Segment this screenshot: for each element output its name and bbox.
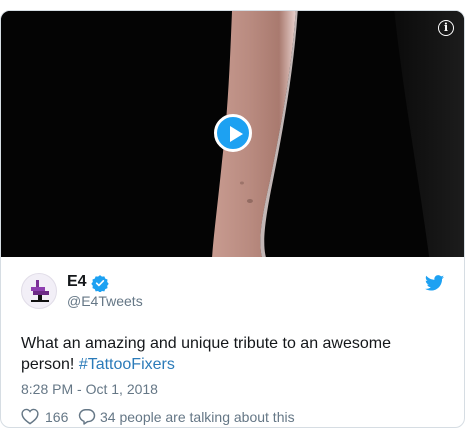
tweet-timestamp[interactable]: 8:28 PM - Oct 1, 2018 — [21, 381, 158, 397]
embedded-tweet-card[interactable]: i E4 @E4Tweets What an amazing and uniqu… — [0, 10, 465, 428]
tweet-text: What an amazing and unique tribute to an… — [21, 333, 441, 375]
play-icon — [230, 126, 243, 142]
twitter-bird-icon[interactable] — [425, 275, 444, 291]
author-display-name[interactable]: E4 — [67, 273, 87, 291]
e4-logo-icon — [31, 280, 49, 302]
conversation-link[interactable]: 34 people are talking about this — [100, 409, 295, 425]
reply-bubble-icon[interactable] — [78, 408, 96, 425]
tweet-text-body: What an amazing and unique tribute to an… — [21, 335, 392, 373]
verified-badge-icon — [91, 275, 109, 292]
hashtag-link[interactable]: #TattooFixers — [79, 356, 175, 373]
like-count: 166 — [45, 409, 69, 425]
info-icon[interactable]: i — [438, 20, 454, 36]
tweet-header: E4 @E4Tweets — [1, 257, 464, 313]
play-button[interactable] — [214, 114, 252, 152]
avatar[interactable] — [21, 273, 57, 309]
heart-icon[interactable] — [21, 408, 39, 425]
author-screen-name[interactable]: @E4Tweets — [67, 293, 143, 309]
video-thumbnail[interactable]: i — [1, 11, 464, 257]
